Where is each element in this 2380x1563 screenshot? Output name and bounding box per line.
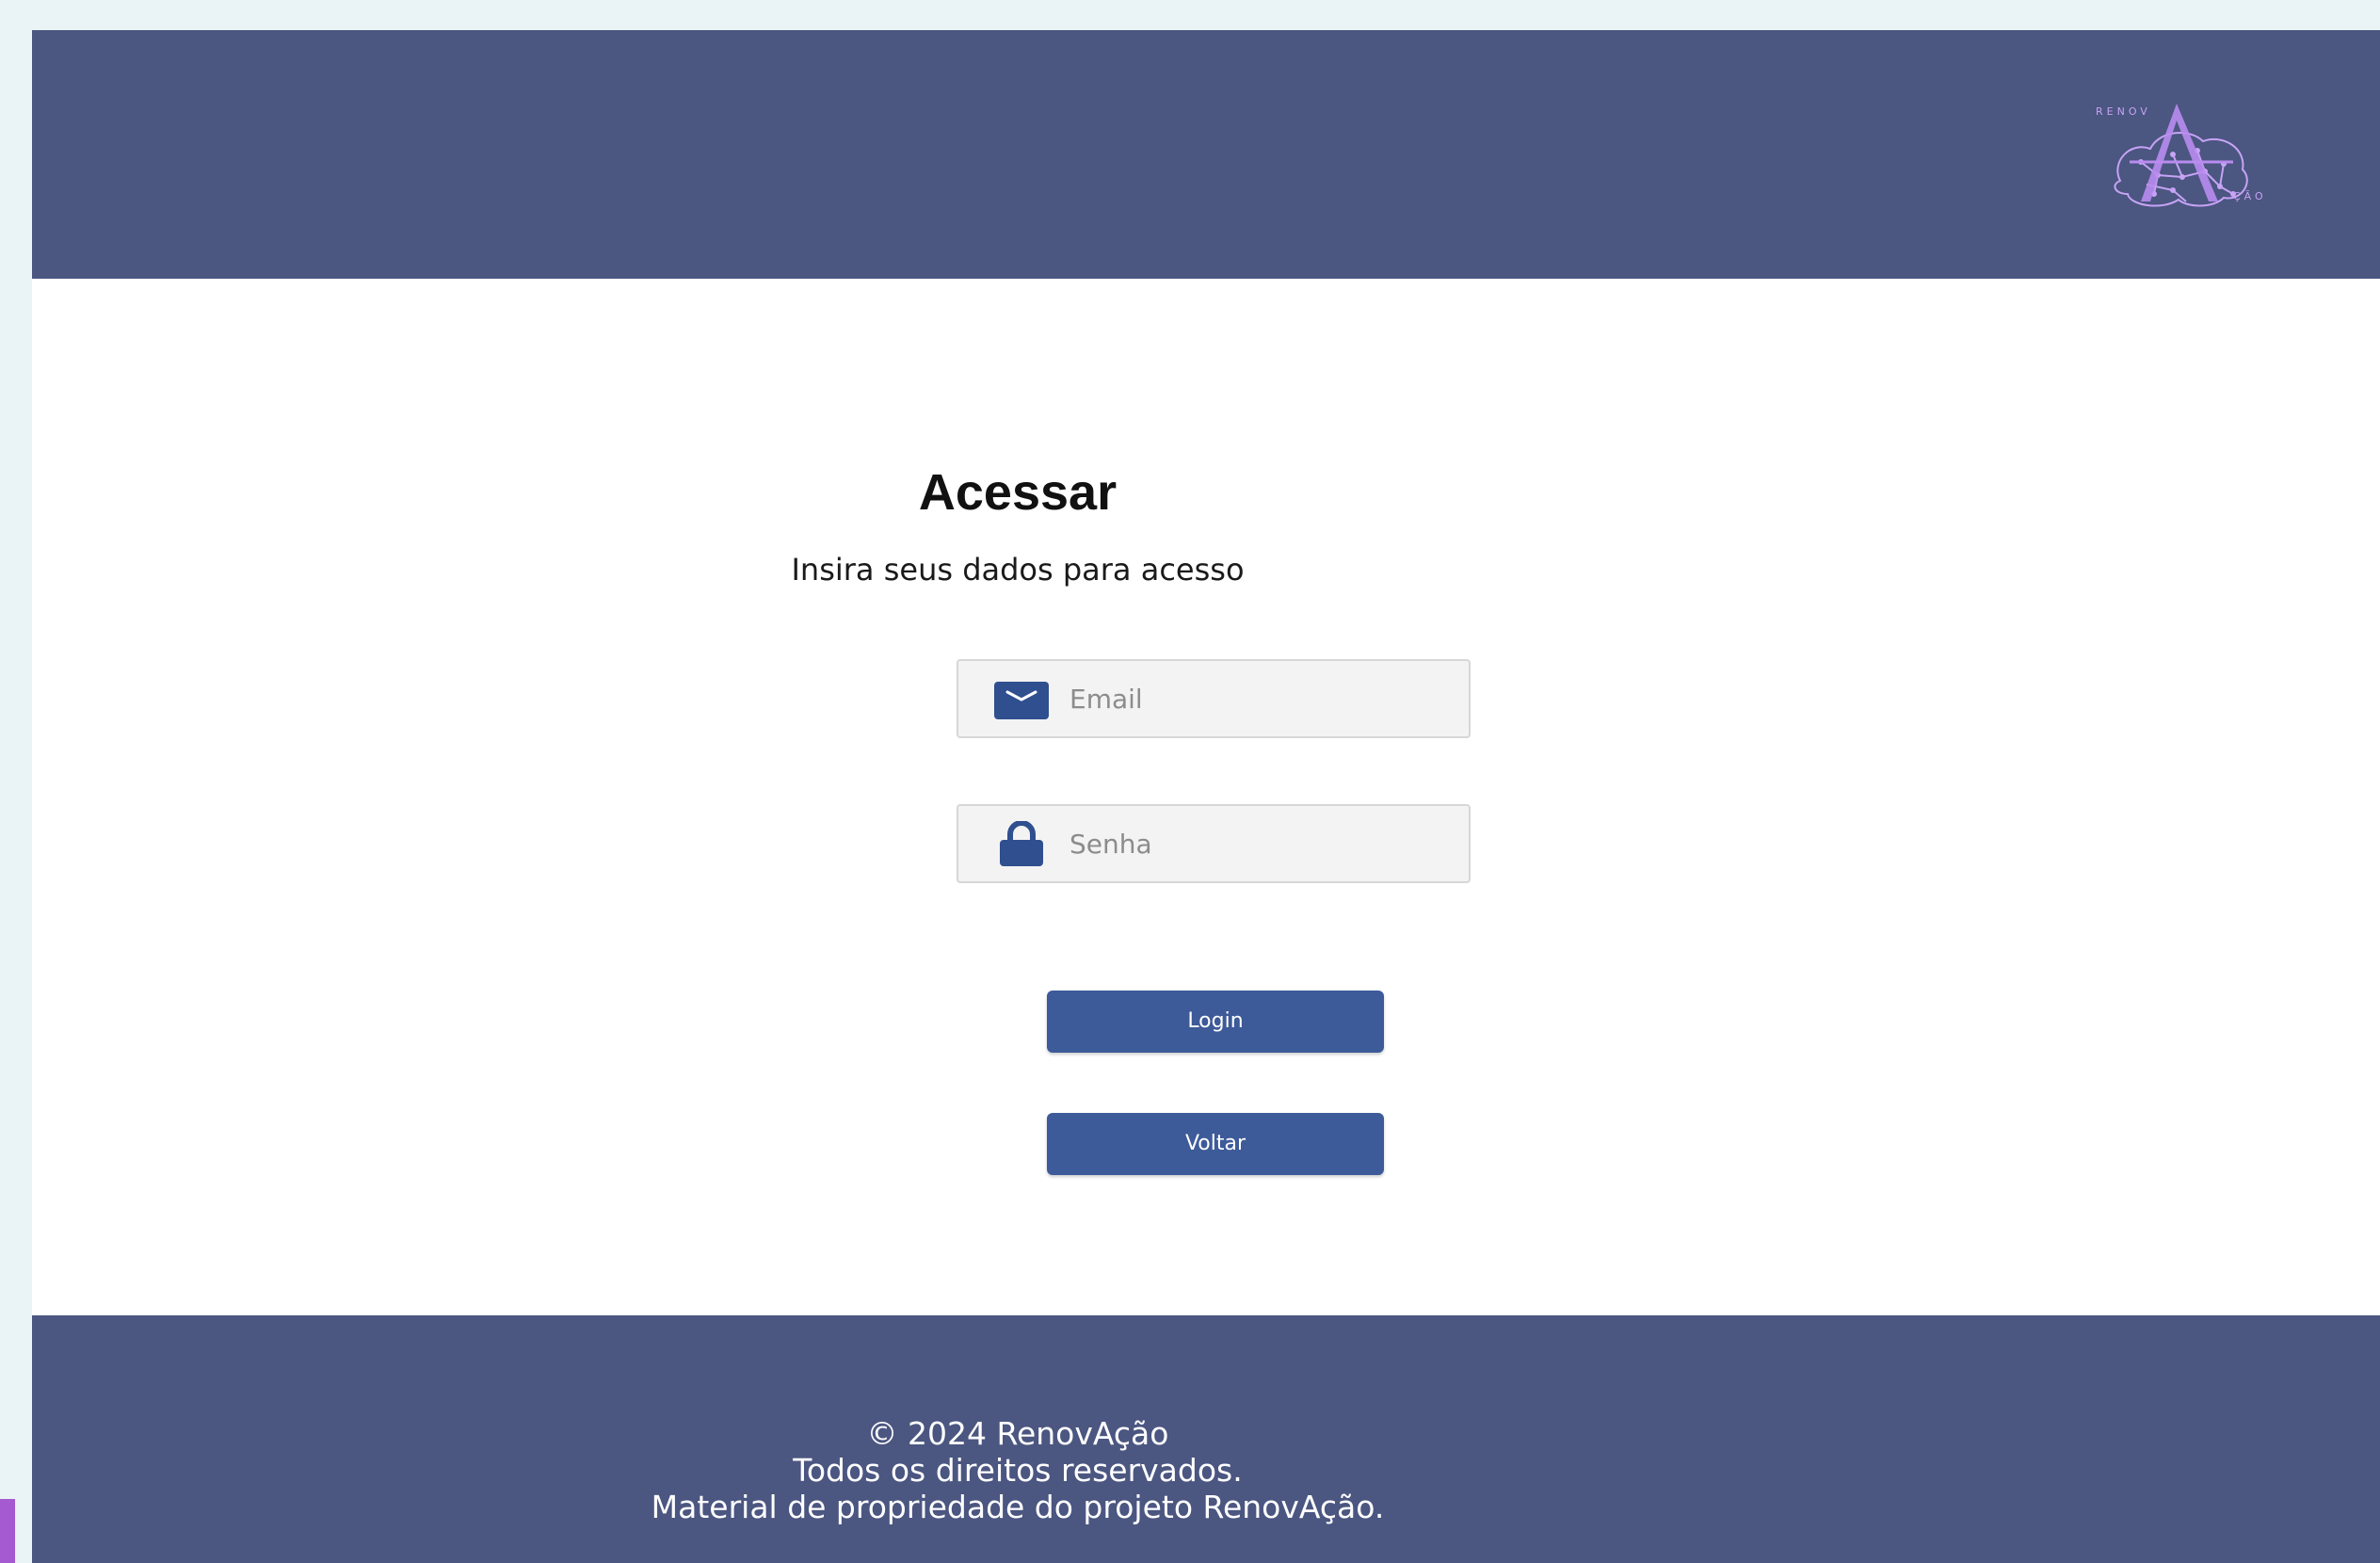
- email-field[interactable]: [957, 659, 1471, 738]
- email-input[interactable]: [1069, 661, 1446, 736]
- renovacao-logo-icon[interactable]: RENOV ÇÃO: [2092, 96, 2280, 247]
- password-input[interactable]: [1069, 806, 1446, 881]
- footer-copyright: © 2024 RenovAção: [866, 1415, 1169, 1452]
- login-button[interactable]: Login: [1047, 991, 1384, 1053]
- page-subtitle: Insira seus dados para acesso: [791, 552, 1245, 588]
- password-field[interactable]: [957, 804, 1471, 883]
- page-frame: RENOV ÇÃO Acessar Insira seus dados para…: [32, 30, 2380, 1563]
- back-button[interactable]: Voltar: [1047, 1113, 1384, 1175]
- envelope-icon: [994, 682, 1049, 719]
- lock-icon: [994, 821, 1049, 866]
- site-header: RENOV ÇÃO: [32, 30, 2380, 279]
- site-footer: © 2024 RenovAção Todos os direitos reser…: [32, 1315, 2380, 1563]
- footer-text: © 2024 RenovAção Todos os direitos reser…: [0, 1415, 2192, 1525]
- corner-tab: [0, 1499, 15, 1563]
- footer-ownership: Material de propriedade do projeto Renov…: [651, 1489, 1385, 1525]
- page-title: Acessar: [918, 464, 1118, 521]
- logo-text-top: RENOV: [2096, 105, 2151, 118]
- footer-rights: Todos os direitos reservados.: [793, 1452, 1243, 1489]
- login-section: Acessar Insira seus dados para acesso Lo…: [32, 279, 2380, 1345]
